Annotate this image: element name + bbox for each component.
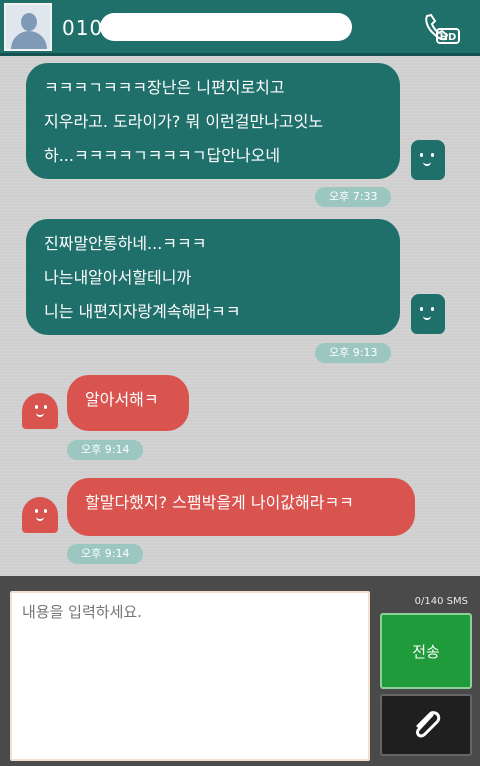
avatar-head bbox=[21, 13, 37, 31]
sender-sticker-icon bbox=[411, 294, 445, 334]
contact-avatar[interactable] bbox=[4, 3, 52, 51]
message-bubble-incoming[interactable]: 알아서해ㅋ bbox=[67, 375, 189, 431]
message-bubble-incoming[interactable]: 할말다했지? 스팸박을게 나이값해라ㅋㅋ bbox=[67, 478, 415, 536]
send-button[interactable]: 전송 bbox=[380, 613, 472, 689]
contact-sticker-icon bbox=[22, 497, 58, 533]
phone-hd-icon[interactable]: HD bbox=[421, 10, 461, 46]
message-bubble-outgoing[interactable]: 진짜말안통하네...ㅋㅋㅋ 나는내알아서할테니까 니는 내편지자랑계속해라ㅋㅋ bbox=[26, 219, 400, 335]
timestamp: 오후 9:13 bbox=[315, 343, 392, 363]
attach-button[interactable] bbox=[380, 694, 472, 756]
timestamp: 오후 9:14 bbox=[67, 440, 144, 460]
message-bubble-outgoing[interactable]: ㅋㅋㅋㄱㅋㅋㅋ장난은 니편지로치고 지우라고. 도라이가? 뭐 이런걸만나고잇노… bbox=[26, 63, 400, 179]
message-input-container[interactable] bbox=[10, 591, 370, 761]
sender-sticker-icon bbox=[411, 140, 445, 180]
paperclip-icon bbox=[416, 711, 441, 738]
svg-text:HD: HD bbox=[440, 32, 457, 43]
avatar-shoulders bbox=[11, 31, 47, 49]
message-input[interactable] bbox=[12, 593, 368, 759]
timestamp: 오후 9:14 bbox=[67, 544, 144, 564]
redacted-number bbox=[100, 13, 352, 41]
contact-sticker-icon bbox=[22, 393, 58, 429]
contact-number: 010 bbox=[62, 16, 104, 40]
timestamp: 오후 7:33 bbox=[315, 187, 392, 207]
character-counter: 0/140 SMS bbox=[414, 596, 468, 607]
chat-header: 010 HD bbox=[0, 0, 480, 56]
